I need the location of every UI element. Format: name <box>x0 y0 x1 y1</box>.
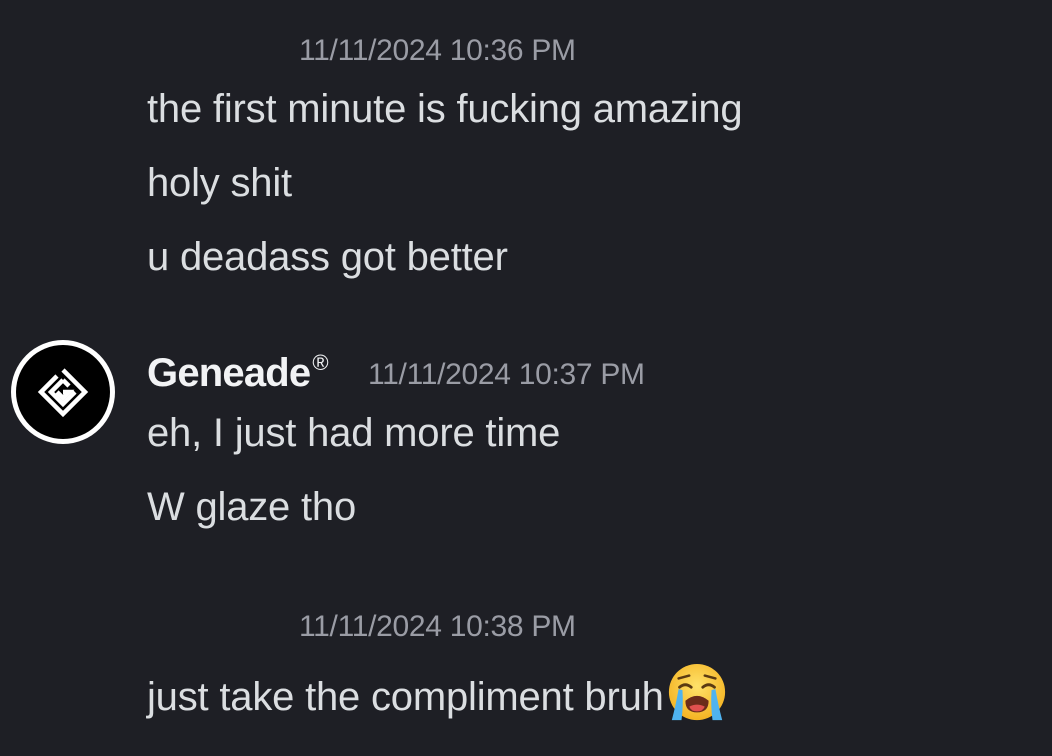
message-author[interactable]: Geneade® <box>147 350 329 396</box>
message-text: u deadass got better <box>147 235 508 279</box>
avatar[interactable] <box>11 340 115 444</box>
message-timestamp: 11/11/2024 10:37 PM <box>368 358 645 391</box>
author-badge: ® <box>312 350 328 375</box>
chat-message-list: 11/11/2024 10:36 PM the first minute is … <box>0 0 1052 756</box>
message-timestamp: 11/11/2024 10:36 PM <box>299 34 576 67</box>
message-text: holy shit <box>147 161 292 205</box>
message-text-with-emoji: just take the compliment bruh <box>147 662 728 724</box>
message-text: just take the compliment bruh <box>147 675 664 719</box>
author-name[interactable]: Geneade <box>147 351 311 395</box>
message-text: W glaze tho <box>147 485 357 529</box>
geneade-logo-icon <box>16 345 110 439</box>
message-timestamp: 11/11/2024 10:38 PM <box>299 610 576 643</box>
loudly-crying-face-emoji <box>668 663 725 721</box>
message-text: eh, I just had more time <box>147 411 561 455</box>
message-text: the first minute is fucking amazing <box>147 87 743 131</box>
